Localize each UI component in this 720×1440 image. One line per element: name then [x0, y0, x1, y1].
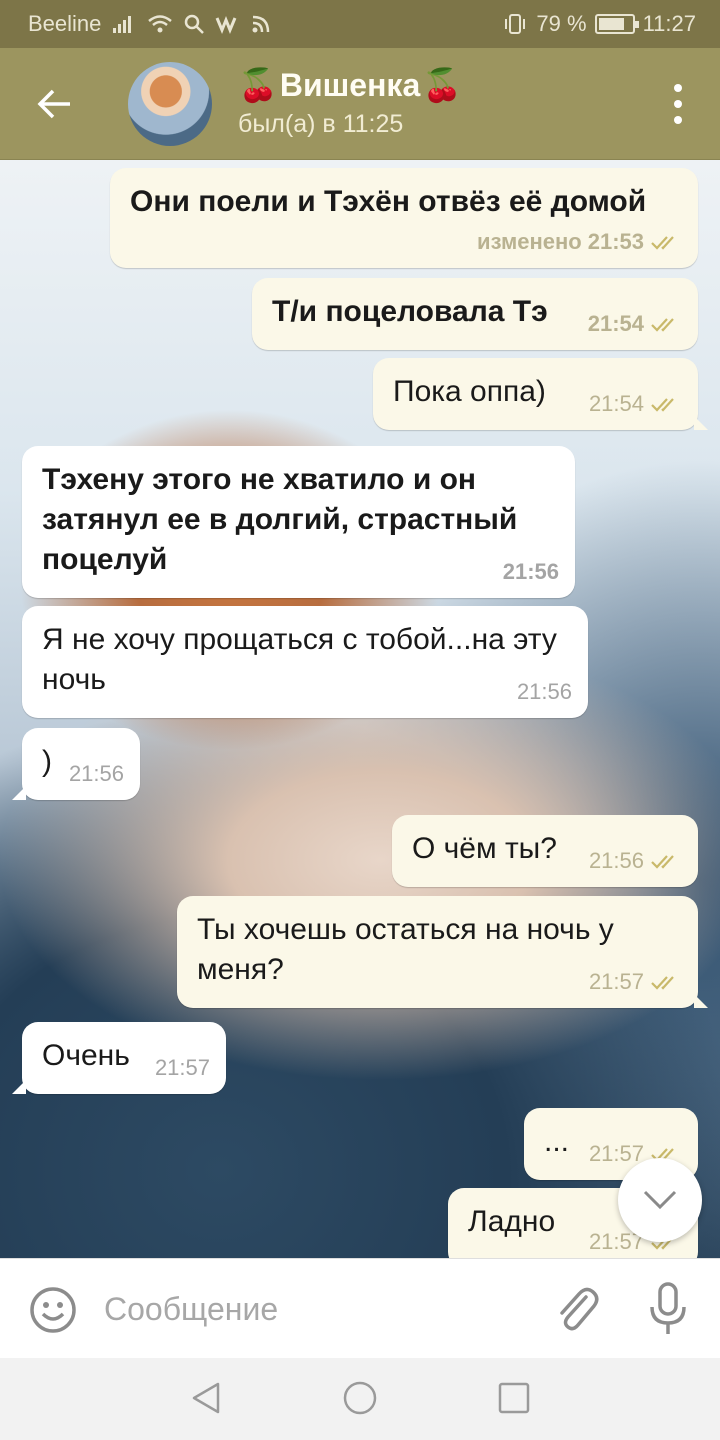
vk-icon [216, 15, 237, 34]
message-meta: 21:54 [588, 304, 682, 344]
bubble-tail [694, 416, 708, 430]
clock: 11:27 [642, 11, 696, 36]
triangle-back-icon [192, 1382, 220, 1414]
message-bubble-in[interactable]: Я не хочу прощаться с тобой...на эту ноч… [22, 606, 588, 718]
edited-label: изменено [477, 229, 582, 254]
avatar[interactable] [128, 62, 212, 146]
message-meta: 21:56 [517, 672, 572, 712]
system-nav-bar [0, 1358, 720, 1440]
double-check-icon [651, 398, 674, 412]
arrow-left-icon [37, 89, 70, 119]
message-time: 21:57 [588, 969, 644, 994]
message-bubble-in[interactable]: Очень 21:57 [12, 1022, 226, 1094]
message-bubble-out[interactable]: Пока оппа) 21:54 [373, 358, 708, 430]
double-check-icon [651, 976, 674, 990]
rss-icon [252, 15, 270, 33]
bubble-tail [12, 1080, 26, 1094]
message-bubble-out[interactable]: О чём ты? 21:56 [392, 815, 698, 887]
menu-dot [674, 116, 682, 124]
message-input[interactable] [104, 1287, 524, 1331]
back-button[interactable] [28, 80, 80, 128]
vibrate-icon [505, 14, 526, 34]
status-bar-left: Beeline [28, 11, 271, 37]
chevron-down-icon [643, 1190, 677, 1210]
wifi-icon [148, 15, 173, 33]
cherry-emoji-right: 🍒 [422, 67, 463, 103]
chat-area[interactable]: Они поели и Тэхён отвёз её домой изменен… [0, 160, 720, 1258]
smiley-icon [30, 1287, 76, 1333]
double-check-icon [651, 236, 674, 250]
message-meta: изменено 21:53 [477, 222, 682, 262]
attach-button[interactable] [552, 1283, 600, 1335]
double-check-icon [651, 318, 674, 332]
nav-home-button[interactable] [342, 1380, 378, 1416]
double-check-icon [651, 855, 674, 869]
message-bubble-out[interactable]: Т/и поцеловала Тэ 21:54 [252, 278, 698, 350]
status-bar-right: 79 % 11:27 [502, 11, 696, 37]
message-bubble-out[interactable]: Они поели и Тэхён отвёз её домой изменен… [110, 168, 698, 268]
emoji-button[interactable] [28, 1285, 78, 1335]
message-meta: 21:56 [589, 841, 682, 881]
battery-icon [594, 14, 639, 34]
message-bubble-out[interactable]: Ты хочешь остаться на ночь у меня? 21:57 [177, 896, 708, 1008]
signal-icon [113, 16, 132, 33]
cherry-emoji-left: 🍒 [238, 67, 278, 103]
status-bar: Beeline 79 % 11:27 [0, 0, 720, 48]
battery-percent: 79 % [536, 11, 587, 36]
circle-home-icon [343, 1381, 377, 1415]
more-menu-button[interactable] [668, 84, 688, 124]
message-text: Я не хочу прощаться с тобой...на эту ноч… [42, 623, 557, 696]
message-time: 21:56 [588, 848, 644, 873]
menu-dot [674, 100, 682, 108]
scroll-down-button[interactable] [618, 1158, 702, 1242]
paperclip-icon [560, 1287, 599, 1331]
microphone-button[interactable] [646, 1281, 690, 1337]
nav-recent-button[interactable] [496, 1380, 532, 1416]
message-meta: 21:56 [69, 754, 124, 794]
message-bubble-in[interactable]: Тэхену этого не хватило и он затянул ее … [22, 446, 575, 598]
message-input-bar [0, 1258, 720, 1358]
bubble-tail [694, 994, 708, 1008]
message-time: 21:57 [154, 1055, 210, 1080]
message-meta: 21:54 [589, 384, 682, 424]
message-time: 21:56 [502, 559, 559, 584]
contact-last-seen: был(а) в 11:25 [238, 110, 404, 138]
carrier-label: Beeline [28, 11, 102, 36]
chat-header: 🍒 Вишенка 🍒 был(а) в 11:25 [0, 48, 720, 160]
message-time: 21:56 [68, 761, 124, 786]
square-recent-icon [498, 1382, 530, 1414]
microphone-icon [650, 1282, 686, 1334]
message-time: 21:53 [587, 229, 644, 254]
message-time: 21:54 [588, 391, 644, 416]
message-time: 21:54 [587, 311, 644, 336]
vertical-dots-icon [674, 84, 682, 92]
search-icon [185, 14, 205, 34]
message-meta: 21:57 [155, 1048, 210, 1088]
message-time: 21:56 [516, 679, 572, 704]
contact-name-text: Вишенка [279, 66, 421, 103]
nav-back-button[interactable] [188, 1380, 224, 1416]
battery-fill [598, 18, 624, 30]
message-text: Они поели и Тэхён отвёз её домой [130, 185, 647, 218]
message-meta: 21:56 [503, 552, 559, 592]
message-text: Тэхену этого не хватило и он затянул ее … [42, 463, 518, 576]
message-bubble-in[interactable]: ) 21:56 [12, 728, 140, 800]
message-meta: 21:57 [589, 962, 682, 1002]
contact-name[interactable]: 🍒 Вишенка 🍒 [238, 66, 462, 104]
bubble-tail [12, 786, 26, 800]
